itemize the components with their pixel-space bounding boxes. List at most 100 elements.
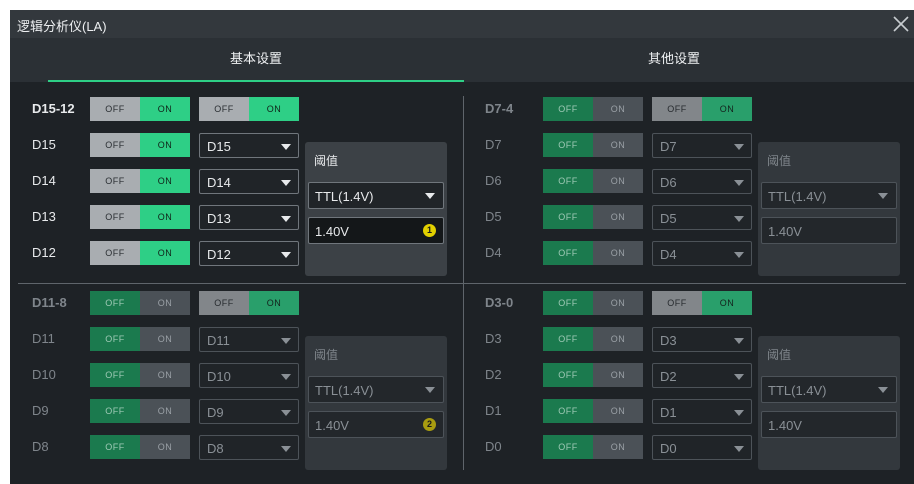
toggle-on-option: ON [140, 241, 190, 265]
chevron-down-icon [734, 374, 744, 380]
channel-source-select[interactable]: D14 [199, 169, 299, 194]
channel-source-select[interactable]: D3 [652, 327, 752, 352]
channel-source-select[interactable]: D13 [199, 205, 299, 230]
group-row: D15-12 OFF ON OFF ON [10, 96, 455, 122]
threshold-value-input[interactable]: 1.40V [761, 411, 897, 438]
channel-toggle[interactable]: OFF ON [90, 205, 190, 229]
group-label: D11-8 [32, 295, 67, 310]
chevron-down-icon [734, 180, 744, 186]
group-enable-toggle[interactable]: OFF ON [652, 291, 752, 315]
channel-toggle[interactable]: OFF ON [90, 399, 190, 423]
channel-source-value: D11 [207, 333, 230, 348]
toggle-on-option: ON [249, 291, 299, 315]
close-icon[interactable] [890, 13, 912, 35]
channel-label: D4 [485, 245, 502, 260]
channel-toggle[interactable]: OFF ON [543, 435, 643, 459]
channel-source-select[interactable]: D5 [652, 205, 752, 230]
channel-label: D14 [32, 173, 56, 188]
threshold-value: 1.40V [315, 418, 349, 433]
threshold-label: 阈值 [767, 154, 792, 168]
toggle-off-option: OFF [543, 205, 593, 229]
channel-toggle[interactable]: OFF ON [543, 327, 643, 351]
group-display-toggle[interactable]: OFF ON [90, 97, 190, 121]
group-d3-0-panel: D3-0 OFF ON OFF ON D3 OFF ON D3 D2 OFF O… [463, 290, 908, 480]
toggle-off-option: OFF [90, 97, 140, 121]
toggle-on-option: ON [140, 399, 190, 423]
threshold-type-select[interactable]: TTL(1.4V) [308, 182, 444, 209]
group-enable-toggle[interactable]: OFF ON [199, 291, 299, 315]
toggle-on-option: ON [702, 97, 752, 121]
channel-label: D7 [485, 137, 502, 152]
group-enable-toggle[interactable]: OFF ON [199, 97, 299, 121]
channel-source-select[interactable]: D9 [199, 399, 299, 424]
chevron-down-icon [281, 374, 291, 380]
channel-toggle[interactable]: OFF ON [90, 133, 190, 157]
threshold-value-input[interactable]: 1.40V 1 [308, 217, 444, 244]
chevron-down-icon [878, 387, 888, 393]
channel-source-value: D14 [207, 175, 231, 190]
tab-other-settings[interactable]: 其他设置 [466, 38, 882, 82]
threshold-panel: 阈值 TTL(1.4V) 1.40V 1 [305, 142, 447, 276]
group-display-toggle[interactable]: OFF ON [90, 291, 190, 315]
channel-toggle[interactable]: OFF ON [543, 241, 643, 265]
group-enable-toggle[interactable]: OFF ON [652, 97, 752, 121]
chevron-down-icon [734, 144, 744, 150]
channel-source-value: D2 [660, 369, 677, 384]
toggle-on-option: ON [593, 291, 643, 315]
threshold-value-input[interactable]: 1.40V 2 [308, 411, 444, 438]
channel-source-select[interactable]: D2 [652, 363, 752, 388]
channel-source-select[interactable]: D0 [652, 435, 752, 460]
threshold-label: 阈值 [314, 348, 339, 362]
toggle-on-option: ON [593, 399, 643, 423]
channel-source-select[interactable]: D6 [652, 169, 752, 194]
chevron-down-icon [281, 144, 291, 150]
channel-toggle[interactable]: OFF ON [543, 399, 643, 423]
channel-toggle[interactable]: OFF ON [90, 169, 190, 193]
threshold-type-select[interactable]: TTL(1.4V) [308, 376, 444, 403]
channel-toggle[interactable]: OFF ON [90, 327, 190, 351]
chevron-down-icon [281, 180, 291, 186]
channel-source-select[interactable]: D11 [199, 327, 299, 352]
threshold-value: 1.40V [768, 418, 802, 433]
chevron-down-icon [425, 387, 435, 393]
channel-source-select[interactable]: D8 [199, 435, 299, 460]
channel-toggle[interactable]: OFF ON [90, 241, 190, 265]
channel-source-value: D6 [660, 175, 677, 190]
group-display-toggle[interactable]: OFF ON [543, 291, 643, 315]
threshold-type-select[interactable]: TTL(1.4V) [761, 376, 897, 403]
channel-label: D3 [485, 331, 502, 346]
toggle-on-option: ON [140, 327, 190, 351]
chevron-down-icon [878, 193, 888, 199]
threshold-label: 阈值 [767, 348, 792, 362]
group-label: D7-4 [485, 101, 514, 116]
threshold-panel: 阈值 TTL(1.4V) 1.40V [758, 142, 900, 276]
channel-source-select[interactable]: D12 [199, 241, 299, 266]
channel-source-select[interactable]: D1 [652, 399, 752, 424]
channel-toggle[interactable]: OFF ON [543, 133, 643, 157]
channel-source-select[interactable]: D7 [652, 133, 752, 158]
channel-source-value: D13 [207, 211, 231, 226]
threshold-value-input[interactable]: 1.40V [761, 217, 897, 244]
toggle-on-option: ON [140, 169, 190, 193]
toggle-off-option: OFF [543, 363, 593, 387]
channel-toggle[interactable]: OFF ON [543, 205, 643, 229]
threshold-type-select[interactable]: TTL(1.4V) [761, 182, 897, 209]
channel-toggle[interactable]: OFF ON [90, 435, 190, 459]
knob-badge-icon: 2 [423, 418, 436, 431]
chevron-down-icon [734, 338, 744, 344]
channel-source-select[interactable]: D15 [199, 133, 299, 158]
threshold-type-value: TTL(1.4V) [315, 189, 374, 204]
group-display-toggle[interactable]: OFF ON [543, 97, 643, 121]
toggle-off-option: OFF [90, 327, 140, 351]
channel-toggle[interactable]: OFF ON [90, 363, 190, 387]
channel-toggle[interactable]: OFF ON [543, 363, 643, 387]
channel-toggle[interactable]: OFF ON [543, 169, 643, 193]
channel-source-select[interactable]: D10 [199, 363, 299, 388]
toggle-on-option: ON [140, 133, 190, 157]
tab-basic-settings[interactable]: 基本设置 [48, 38, 464, 82]
toggle-on-option: ON [140, 363, 190, 387]
channel-source-value: D9 [207, 405, 224, 420]
channel-source-value: D4 [660, 247, 677, 262]
channel-source-select[interactable]: D4 [652, 241, 752, 266]
knob-badge-icon: 1 [423, 224, 436, 237]
